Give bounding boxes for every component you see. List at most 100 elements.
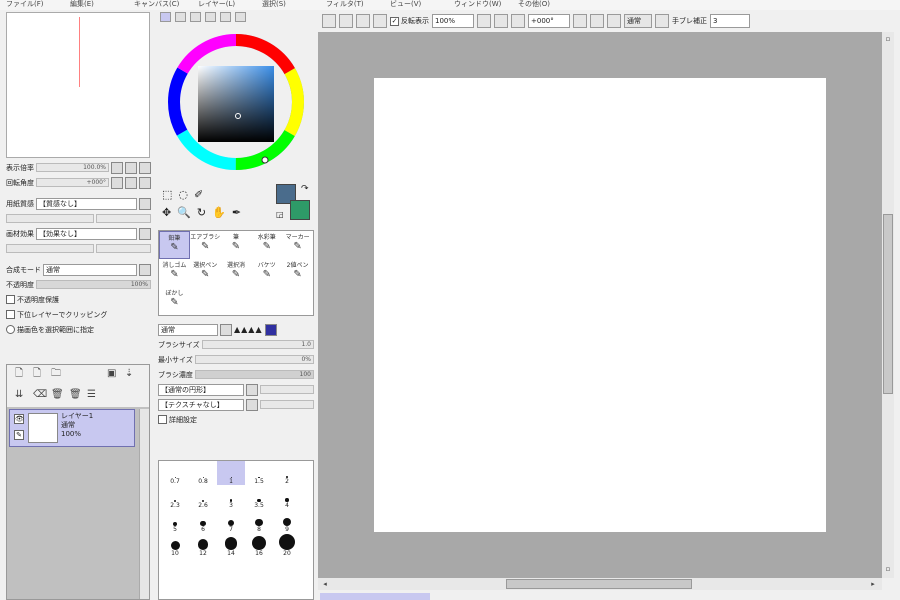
- protect-opacity-checkbox[interactable]: [6, 295, 15, 304]
- brush-size-preset[interactable]: 4: [273, 485, 301, 509]
- layer-settings-icon[interactable]: ▣: [107, 368, 119, 380]
- brush-size-preset[interactable]: 1.5: [245, 461, 273, 485]
- document-tab[interactable]: [320, 593, 430, 600]
- effect-scale-slider[interactable]: [96, 244, 151, 253]
- trash-icon[interactable]: 🗑: [69, 389, 82, 401]
- display-mode-button[interactable]: 通常: [624, 14, 652, 28]
- brush-size-slider[interactable]: 1.0: [201, 340, 314, 349]
- magic-wand-icon[interactable]: ✐: [194, 188, 203, 201]
- transfer-down-icon[interactable]: ⇣: [125, 368, 137, 380]
- brush-size-preset[interactable]: 0.7: [161, 461, 189, 485]
- nav-zoom-out-button[interactable]: [111, 161, 123, 174]
- menu-item[interactable]: ビュー(V): [384, 0, 448, 10]
- density-slider[interactable]: 100: [194, 370, 314, 379]
- zoom-out-button[interactable]: [494, 14, 508, 28]
- blend-mode-dropdown-button[interactable]: [139, 263, 151, 276]
- horizontal-scroll-thumb[interactable]: [506, 579, 692, 589]
- shape-select[interactable]: 【通常の円形】: [158, 383, 244, 396]
- brush-size-preset[interactable]: 10: [161, 533, 189, 557]
- texture-scale-slider[interactable]: [96, 214, 151, 223]
- canvas-paper[interactable]: [374, 78, 826, 532]
- texture-brush-select[interactable]: 【テクスチャなし】: [158, 398, 244, 411]
- menu-item[interactable]: ファイル(F): [0, 0, 64, 10]
- flip-button[interactable]: [655, 14, 669, 28]
- menu-item[interactable]: その他(O): [512, 0, 576, 10]
- menu-item[interactable]: 選択(S): [256, 0, 320, 10]
- texture-brush-dropdown[interactable]: [246, 398, 258, 411]
- brush-size-preset[interactable]: 2.6: [189, 485, 217, 509]
- brush-size-preset[interactable]: 0.8: [189, 461, 217, 485]
- new-linework-layer-icon[interactable]: 🗋: [33, 368, 45, 380]
- brush-size-preset[interactable]: 16: [245, 533, 273, 557]
- texture-strength-slider[interactable]: [6, 214, 95, 223]
- brush-size-preset[interactable]: 6: [189, 509, 217, 533]
- angle-field[interactable]: +000°: [528, 14, 570, 28]
- zoom-icon[interactable]: 🔍: [177, 206, 191, 219]
- menu-item[interactable]: レイヤー(L): [192, 0, 256, 10]
- nav-rotate-right-button[interactable]: [125, 176, 137, 189]
- color-mixer-tab[interactable]: [205, 12, 216, 22]
- min-size-slider[interactable]: 0%: [194, 355, 314, 364]
- effect-select[interactable]: 【効果なし】: [36, 227, 137, 240]
- tool-select-erase[interactable]: 選択消 ✎: [221, 259, 252, 287]
- tool-pencil[interactable]: 鉛筆 ✎: [159, 231, 190, 259]
- brush-size-preset[interactable]: 3.5: [245, 485, 273, 509]
- rect-select-icon[interactable]: ⬚: [162, 188, 172, 201]
- new-folder-icon[interactable]: 🗀: [51, 368, 63, 380]
- zoom-slider[interactable]: 100.0%: [36, 163, 109, 172]
- stabilizer-select[interactable]: 3: [710, 14, 750, 28]
- tool-select-pen[interactable]: 選択ペン ✎: [190, 259, 221, 287]
- effect-strength-slider[interactable]: [6, 244, 95, 253]
- selection-visible-button[interactable]: [373, 14, 387, 28]
- nav-zoom-reset-button[interactable]: [139, 161, 151, 174]
- brush-size-preset[interactable]: 9: [273, 509, 301, 533]
- delete-layer-icon[interactable]: 🗑: [51, 389, 64, 401]
- menu-item[interactable]: ウィンドウ(W): [448, 0, 512, 10]
- brush-size-preset[interactable]: 20: [273, 533, 301, 557]
- sub-color-swatch[interactable]: [290, 200, 310, 220]
- opacity-slider[interactable]: 100%: [36, 280, 151, 289]
- zoom-field[interactable]: 100%: [432, 14, 474, 28]
- vertical-scrollbar[interactable]: ▫ ▫: [882, 32, 894, 578]
- invert-selection-button[interactable]: [356, 14, 370, 28]
- flip-display-toggle[interactable]: ✓ 反転表示: [390, 16, 429, 26]
- scroll-right-arrow[interactable]: ▸: [868, 579, 878, 589]
- edit-pen-icon[interactable]: ✎: [14, 430, 24, 440]
- color-wheel[interactable]: [156, 26, 316, 196]
- scroll-left-arrow[interactable]: ◂: [320, 579, 330, 589]
- brush-size-preset[interactable]: 14: [217, 533, 245, 557]
- nav-zoom-in-button[interactable]: [125, 161, 137, 174]
- lasso-icon[interactable]: ◌: [178, 188, 188, 201]
- merge-down-icon[interactable]: ⇊: [15, 389, 27, 401]
- brush-size-preset[interactable]: 2: [273, 461, 301, 485]
- canvas-area[interactable]: [318, 32, 882, 578]
- deselect-button[interactable]: [339, 14, 353, 28]
- visibility-eye-icon[interactable]: 👁: [14, 414, 24, 424]
- vertical-scroll-thumb[interactable]: [883, 214, 893, 394]
- selection-source-radio[interactable]: [6, 325, 15, 334]
- brush-tip-square[interactable]: [264, 323, 277, 336]
- brush-size-preset[interactable]: 5: [161, 509, 189, 533]
- layer-row[interactable]: 👁 ✎ レイヤー1 通常 100%: [9, 409, 135, 447]
- zoom-in-button[interactable]: [477, 14, 491, 28]
- tool-bucket[interactable]: バケツ ✎: [251, 259, 282, 287]
- brush-shape-select[interactable]: 通常: [158, 323, 218, 336]
- tool-watercolor[interactable]: 水彩筆 ✎: [251, 231, 282, 259]
- layer-menu-icon[interactable]: ☰: [87, 389, 99, 401]
- brush-size-preset[interactable]: 3: [217, 485, 245, 509]
- rotate-right-button[interactable]: [590, 14, 604, 28]
- detail-settings-checkbox[interactable]: [158, 415, 167, 424]
- brush-size-preset[interactable]: 8: [245, 509, 273, 533]
- nav-rotate-left-button[interactable]: [111, 176, 123, 189]
- nav-rotate-reset-button[interactable]: [139, 176, 151, 189]
- tool-eraser[interactable]: 消しゴム ✎: [159, 259, 190, 287]
- hand-icon[interactable]: ✋: [212, 206, 226, 219]
- rotate-left-button[interactable]: [573, 14, 587, 28]
- tool-blur[interactable]: ぼかし ✎: [159, 287, 190, 315]
- scroll-up-arrow[interactable]: ▫: [883, 34, 893, 44]
- brush-size-preset[interactable]: 7: [217, 509, 245, 533]
- horizontal-scrollbar[interactable]: ◂ ▸: [318, 578, 882, 590]
- angle-slider[interactable]: +000°: [36, 178, 109, 187]
- move-icon[interactable]: ✥: [162, 206, 171, 219]
- brush-shape-dropdown[interactable]: [220, 323, 232, 336]
